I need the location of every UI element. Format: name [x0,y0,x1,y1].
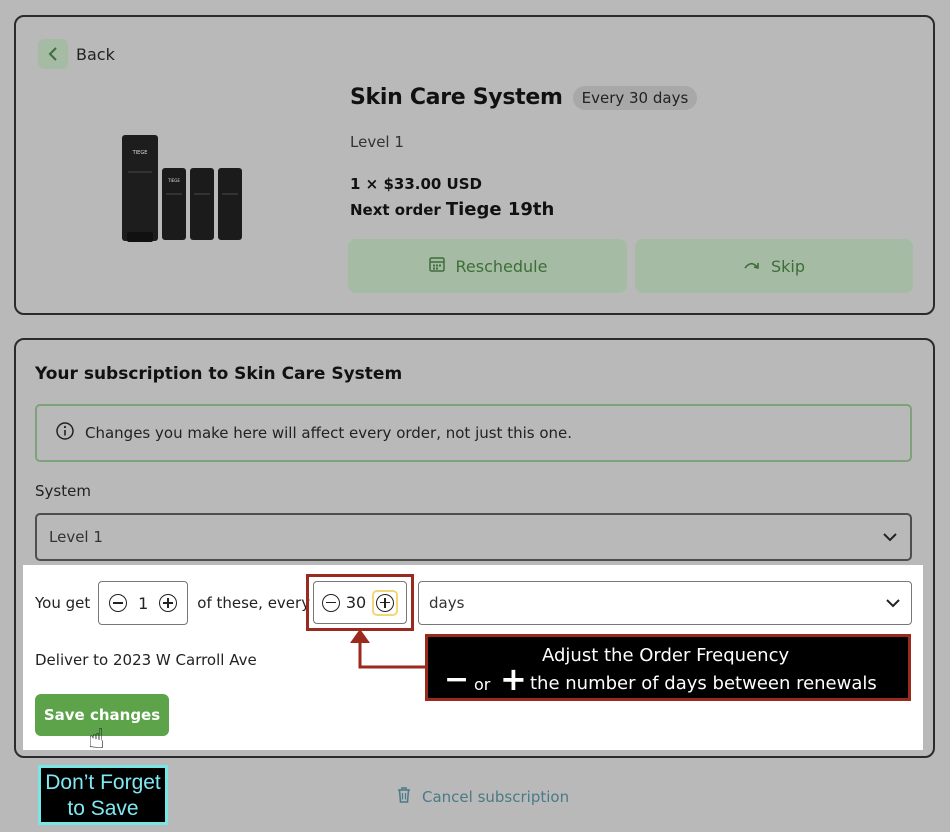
skip-button[interactable]: Skip [635,239,913,293]
annotation-arrow [350,629,430,669]
of-these-label: of these, every [197,594,311,612]
skip-label: Skip [770,256,806,276]
info-icon [55,421,75,445]
unit-select[interactable]: days [418,581,912,625]
quantity-row: You get 1 of these, every [35,581,310,625]
quantity-value: 1 [138,593,149,613]
frequency-value: 30 [345,593,367,612]
next-order-label: Next order [350,201,441,219]
plus-circle-icon[interactable] [159,594,178,612]
annotation-or: or [474,675,491,694]
quantity-stepper[interactable]: 1 [98,581,189,625]
system-select-value: Level 1 [49,528,103,546]
product-level: Level 1 [350,133,404,151]
minus-circle-icon[interactable] [109,594,128,612]
cancel-subscription-label: Cancel subscription [422,788,570,806]
you-get-label: You get [35,594,91,612]
unit-select-value: days [429,594,465,612]
save-reminder-line1: Don’t Forget [45,771,161,794]
minus-circle-icon[interactable] [322,593,340,612]
save-reminder-line2: to Save [67,797,139,820]
subscription-title: Your subscription to Skin Care System [35,364,403,384]
chevron-down-icon [885,594,901,612]
product-title: Skin Care System [350,85,563,110]
back-label: Back [76,44,115,64]
deliver-address: Deliver to 2023 W Carroll Ave [35,651,257,669]
calendar-icon [428,255,446,277]
reschedule-label: Reschedule [455,256,548,276]
save-reminder: Don’t Forget to Save [38,765,168,825]
plus-circle-icon[interactable] [376,593,394,612]
annotation-minus: − [444,662,470,697]
product-brand-label: TIEGE [132,150,148,156]
next-order-date: Tiege 19th [445,199,555,220]
frequency-badge: Every 30 days [572,85,698,110]
info-text: Changes you make here will affect every … [85,424,573,442]
annotation-line2: the number of days between renewals [530,673,877,694]
annotation-plus: + [500,660,527,698]
system-label: System [35,482,91,500]
chevron-left-icon [38,39,68,69]
trash-icon [396,786,412,808]
annotation-line1: Adjust the Order Frequency [542,645,790,666]
pointing-hand-icon: ☝ [88,722,106,755]
frequency-highlight: 30 [306,574,414,631]
system-select[interactable]: Level 1 [35,513,912,561]
product-title-row: Skin Care System Every 30 days [350,85,698,110]
plus-highlight [372,589,398,616]
frequency-annotation: Adjust the Order Frequency − or + the nu… [425,634,911,701]
back-button[interactable]: Back [38,39,115,69]
next-order: Next order Tiege 19th [350,199,554,220]
cancel-subscription-link[interactable]: Cancel subscription [396,786,569,808]
product-brand-label: TIEGE [167,178,180,183]
skip-arrow-icon [743,257,761,276]
product-price: 1 × $33.00 USD [350,175,482,193]
product-image: TIEGE TIEGE [122,135,242,242]
product-card: Back TIEGE TIEGE Skin Care System Every … [14,15,935,315]
info-notice: Changes you make here will affect every … [35,404,912,462]
chevron-down-icon [882,528,898,546]
reschedule-button[interactable]: Reschedule [348,239,627,293]
frequency-stepper[interactable]: 30 [313,581,407,624]
